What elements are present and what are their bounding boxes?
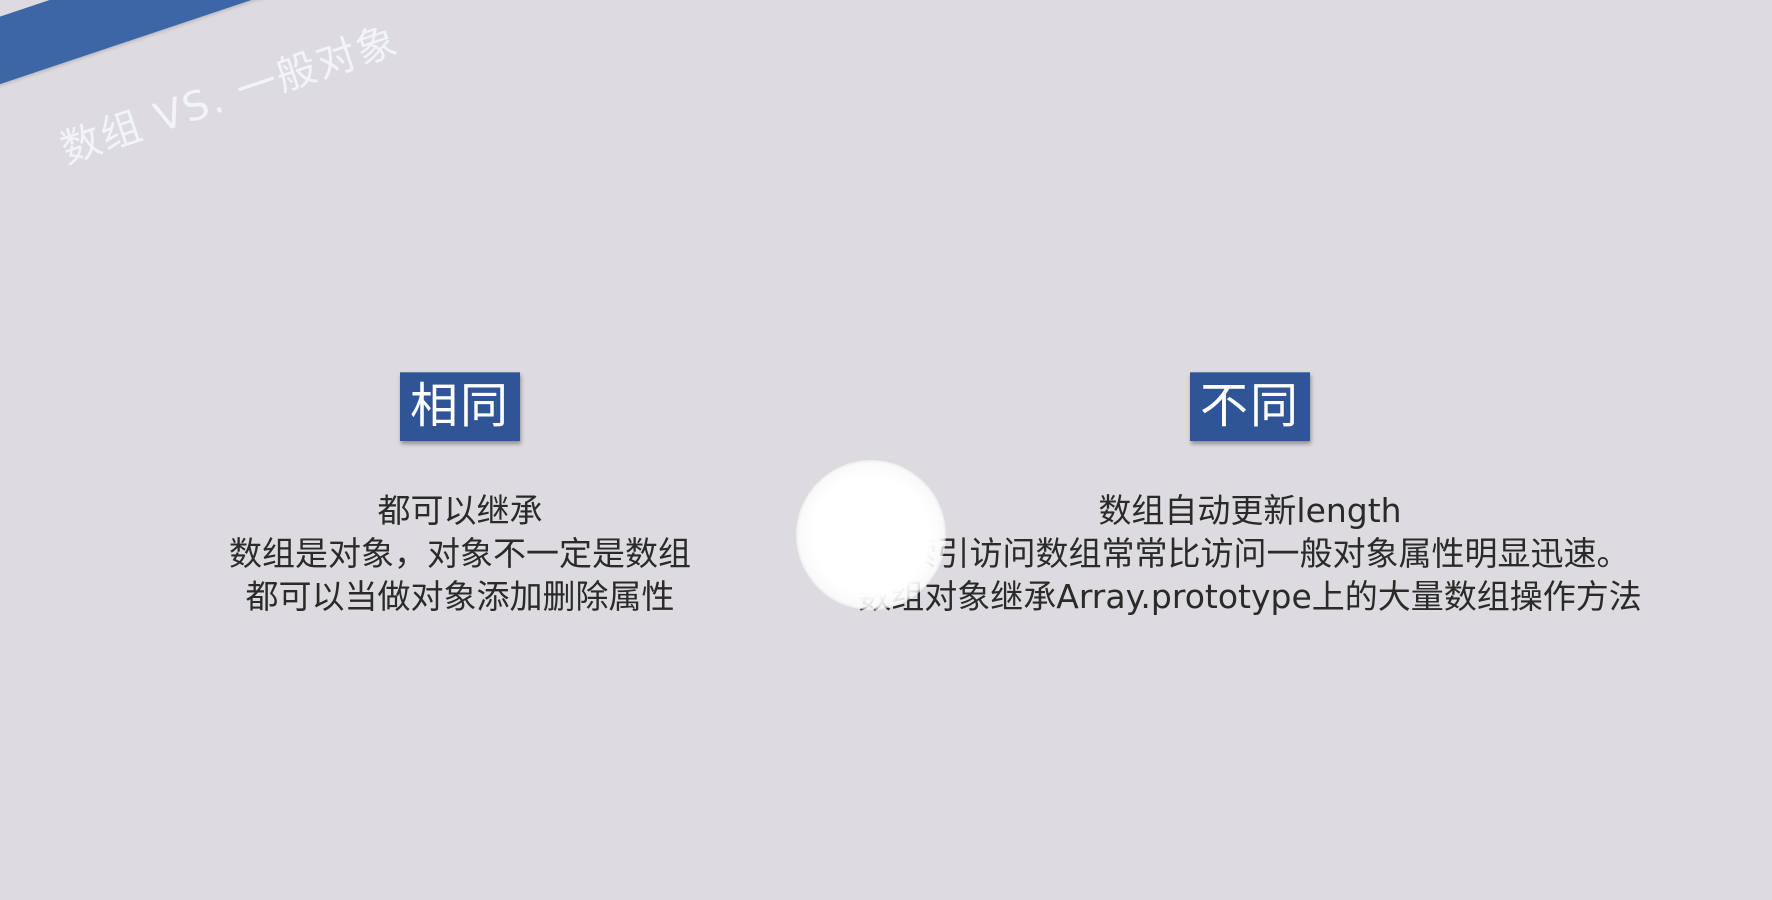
different-item: 数组自动更新length: [1098, 491, 1402, 530]
different-item: 按索引访问数组常常比访问一般对象属性明显迅速。: [870, 534, 1630, 573]
same-list: 都可以继承 数组是对象，对象不一定是数组 都可以当做对象添加删除属性: [160, 489, 760, 618]
different-item: 数组对象继承Array.prototype上的大量数组操作方法: [858, 577, 1642, 616]
same-column: 相同 都可以继承 数组是对象，对象不一定是数组 都可以当做对象添加删除属性: [160, 372, 760, 618]
same-heading: 相同: [399, 372, 520, 441]
slide: 数组 VS. 一般对象 相同 都可以继承 数组是对象，对象不一定是数组 都可以当…: [0, 0, 1772, 900]
different-list: 数组自动更新length 按索引访问数组常常比访问一般对象属性明显迅速。 数组对…: [780, 489, 1720, 618]
same-item: 都可以继承: [377, 491, 543, 530]
different-heading: 不同: [1189, 372, 1310, 441]
same-item: 都可以当做对象添加删除属性: [245, 577, 675, 616]
different-column: 不同 数组自动更新length 按索引访问数组常常比访问一般对象属性明显迅速。 …: [780, 372, 1720, 618]
same-item: 数组是对象，对象不一定是数组: [229, 534, 691, 573]
